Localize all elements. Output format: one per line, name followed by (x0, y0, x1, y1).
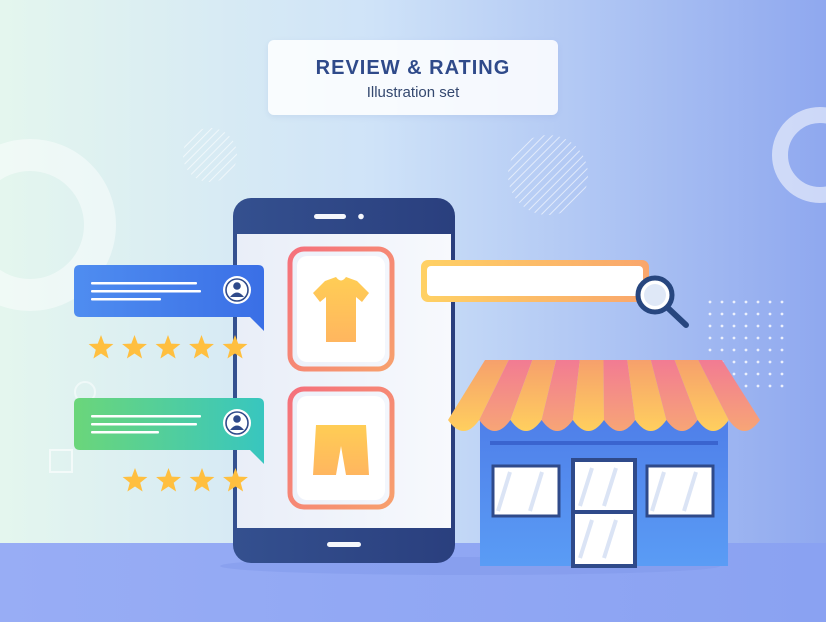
search-input[interactable] (427, 266, 643, 296)
decor-hatched-circle-1 (183, 128, 237, 182)
page-subtitle: Illustration set (366, 84, 460, 101)
decor-hatched-circle-2 (508, 135, 588, 215)
phone-speaker (314, 214, 346, 219)
review-text-line (91, 290, 201, 293)
user-avatar-icon (223, 409, 251, 437)
review-text-line (91, 423, 197, 426)
page-title: REVIEW & RATING (315, 57, 511, 79)
product-card-shorts[interactable] (287, 386, 395, 510)
title-card: REVIEW & RATING Illustration set (268, 40, 558, 115)
phone-camera (358, 213, 364, 220)
storefront (448, 360, 760, 568)
user-avatar-icon (223, 276, 251, 304)
phone-home-bar (327, 542, 361, 547)
store-ledge (490, 441, 718, 445)
review-text-line (91, 298, 161, 301)
review-text-line (91, 282, 197, 285)
review-text-line (91, 431, 159, 434)
product-card-tshirt[interactable] (287, 246, 395, 372)
review-text-line (91, 415, 201, 418)
